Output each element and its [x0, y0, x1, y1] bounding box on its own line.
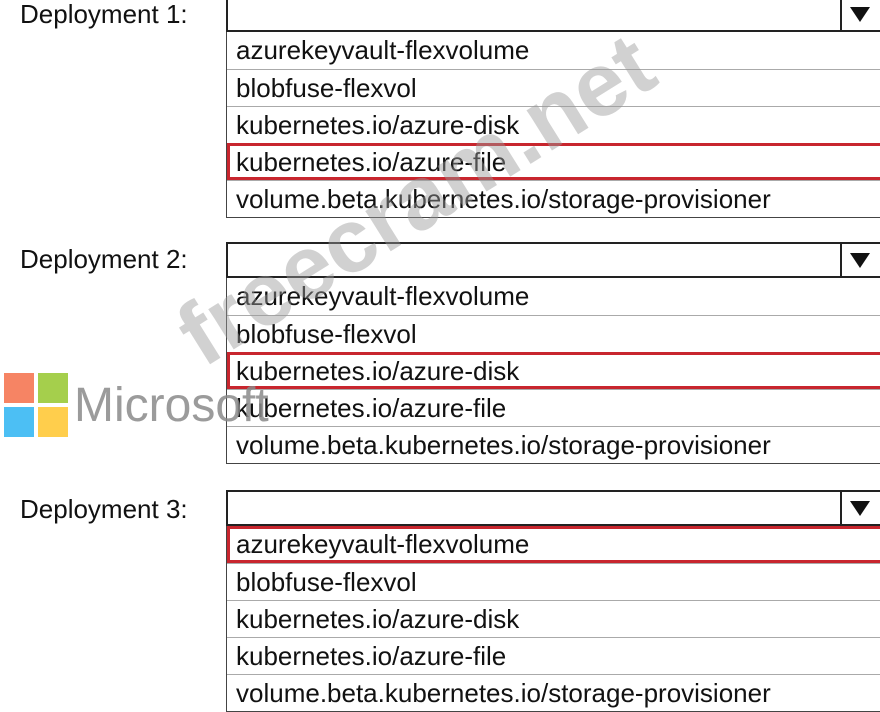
deployment-3-options: azurekeyvault-flexvolume blobfuse-flexvo…: [226, 526, 880, 712]
option-azurekeyvault-flexvolume[interactable]: azurekeyvault-flexvolume: [227, 526, 880, 563]
option-blobfuse-flexvol[interactable]: blobfuse-flexvol: [227, 563, 880, 600]
microsoft-watermark-text: Microsoft: [74, 379, 269, 432]
option-azurekeyvault-flexvolume[interactable]: azurekeyvault-flexvolume: [227, 32, 880, 69]
option-azure-disk[interactable]: kubernetes.io/azure-disk: [227, 352, 880, 389]
dropdown-arrow-button[interactable]: [840, 490, 878, 526]
triangle-down-icon: [850, 501, 870, 516]
option-azure-disk[interactable]: kubernetes.io/azure-disk: [227, 600, 880, 637]
option-storage-provisioner[interactable]: volume.beta.kubernetes.io/storage-provis…: [227, 674, 880, 711]
option-azurekeyvault-flexvolume[interactable]: azurekeyvault-flexvolume: [227, 278, 880, 315]
deployment-1-options: azurekeyvault-flexvolume blobfuse-flexvo…: [226, 32, 880, 218]
deployment-2-label: Deployment 2:: [20, 244, 188, 274]
deployment-3-dropdown[interactable]: [226, 490, 880, 526]
option-blobfuse-flexvol[interactable]: blobfuse-flexvol: [227, 69, 880, 106]
triangle-down-icon: [850, 7, 870, 22]
deployment-3-label: Deployment 3:: [20, 494, 188, 524]
triangle-down-icon: [850, 253, 870, 268]
option-blobfuse-flexvol[interactable]: blobfuse-flexvol: [227, 315, 880, 352]
dropdown-arrow-button[interactable]: [840, 242, 878, 278]
deployment-1-dropdown[interactable]: [226, 0, 880, 32]
deployment-2-dropdown[interactable]: [226, 242, 880, 278]
option-azure-file[interactable]: kubernetes.io/azure-file: [227, 637, 880, 674]
option-azure-disk[interactable]: kubernetes.io/azure-disk: [227, 106, 880, 143]
option-azure-file[interactable]: kubernetes.io/azure-file: [227, 143, 880, 180]
microsoft-logo-icon: [4, 373, 68, 437]
dropdown-arrow-button[interactable]: [840, 0, 878, 32]
option-azure-file[interactable]: kubernetes.io/azure-file: [227, 389, 880, 426]
option-storage-provisioner[interactable]: volume.beta.kubernetes.io/storage-provis…: [227, 180, 880, 217]
deployment-2-options: azurekeyvault-flexvolume blobfuse-flexvo…: [226, 278, 880, 464]
deployment-1-label: Deployment 1:: [20, 0, 188, 29]
option-storage-provisioner[interactable]: volume.beta.kubernetes.io/storage-provis…: [227, 426, 880, 463]
